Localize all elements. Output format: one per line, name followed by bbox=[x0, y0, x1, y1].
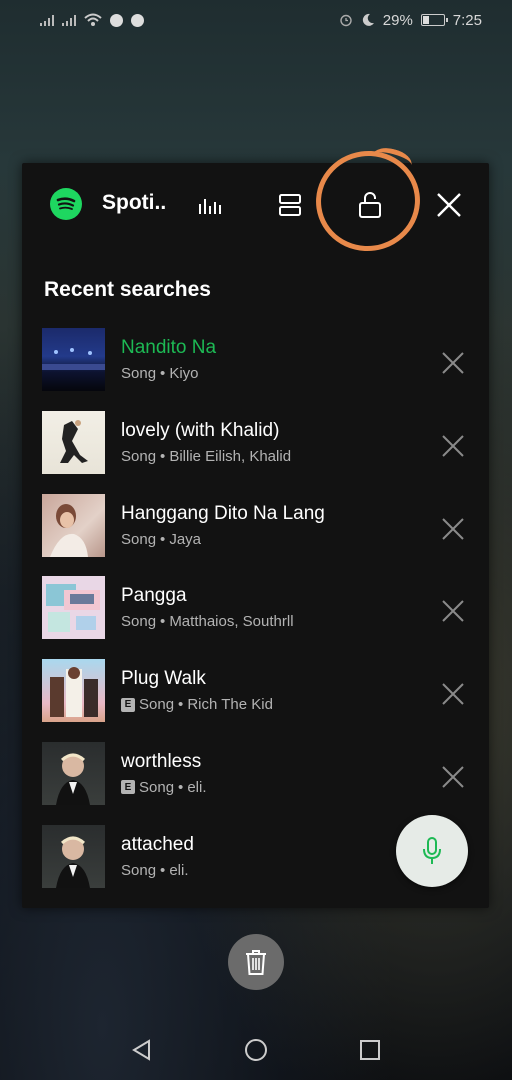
section-title: Recent searches bbox=[44, 278, 211, 301]
status-bar: 29% 7:25 bbox=[0, 0, 512, 40]
app-name: Spoti.. bbox=[102, 191, 167, 214]
song-subtitle: Song • eli. bbox=[121, 862, 189, 879]
song-subtitle: E Song • eli. bbox=[121, 779, 207, 796]
item-type: Song bbox=[121, 613, 157, 631]
recents-icon bbox=[360, 1040, 380, 1060]
remove-search-button[interactable] bbox=[436, 429, 470, 463]
separator: • bbox=[160, 447, 166, 465]
song-title: Hanggang Dito Na Lang bbox=[121, 502, 325, 524]
recents-button[interactable] bbox=[348, 1028, 392, 1072]
artist-name: Kiyo bbox=[169, 365, 199, 382]
clock: 7:25 bbox=[452, 11, 482, 29]
layout-button[interactable] bbox=[268, 183, 312, 227]
navigation-bar bbox=[0, 1020, 512, 1080]
song-title: lovely (with Khalid) bbox=[121, 419, 280, 441]
song-subtitle: Song • Kiyo bbox=[121, 365, 199, 382]
list-item[interactable]: Pangga Song • Matthaios, Southrll bbox=[22, 576, 489, 659]
separator: • bbox=[160, 530, 166, 548]
close-icon bbox=[437, 193, 461, 217]
item-type: Song bbox=[139, 778, 175, 796]
separator: • bbox=[160, 861, 166, 879]
song-title: Nandito Na bbox=[121, 337, 217, 358]
artist-name: Matthaios, Southrll bbox=[169, 613, 294, 631]
remove-search-button[interactable] bbox=[436, 760, 470, 794]
song-subtitle: Song • Jaya bbox=[121, 531, 201, 548]
microphone-icon bbox=[423, 837, 441, 864]
item-type: Song bbox=[121, 861, 157, 879]
artist-name: Jaya bbox=[169, 530, 201, 548]
list-item[interactable]: Nandito Na Song • Kiyo bbox=[22, 328, 489, 411]
list-item[interactable]: Hanggang Dito Na Lang Song • Jaya bbox=[22, 493, 489, 577]
signal-icon bbox=[62, 14, 76, 26]
home-button[interactable] bbox=[234, 1028, 278, 1072]
song-subtitle: Song • Matthaios, Southrll bbox=[121, 613, 294, 630]
close-icon bbox=[442, 352, 464, 374]
song-title: worthless bbox=[121, 750, 202, 772]
equalizer-button[interactable] bbox=[188, 183, 232, 227]
song-title: Plug Walk bbox=[121, 668, 206, 690]
delete-widget-button[interactable] bbox=[228, 934, 284, 990]
remove-search-button[interactable] bbox=[436, 346, 470, 380]
split-view-icon bbox=[279, 194, 301, 216]
artist-name: eli. bbox=[169, 861, 189, 879]
spotify-notification-icon bbox=[110, 13, 123, 27]
close-icon bbox=[442, 435, 464, 457]
remove-search-button[interactable] bbox=[436, 677, 470, 711]
item-type: Song bbox=[121, 365, 157, 382]
separator: • bbox=[160, 613, 166, 631]
item-type: Song bbox=[139, 696, 175, 714]
close-icon bbox=[442, 517, 464, 540]
album-art bbox=[42, 741, 105, 805]
status-left bbox=[40, 13, 144, 27]
list-item[interactable]: lovely (with Khalid) Song • Billie Eilis… bbox=[22, 410, 489, 494]
song-title: attached bbox=[121, 833, 194, 855]
remove-search-button[interactable] bbox=[436, 594, 470, 628]
artist-name: Rich The Kid bbox=[187, 696, 273, 714]
close-icon bbox=[442, 766, 464, 788]
album-art bbox=[42, 328, 105, 391]
separator: • bbox=[178, 696, 184, 714]
song-subtitle: E Song • Rich The Kid bbox=[121, 696, 273, 713]
album-art bbox=[42, 824, 105, 888]
album-art bbox=[42, 493, 105, 557]
messenger-notification-icon bbox=[131, 13, 144, 27]
equalizer-icon bbox=[199, 199, 221, 214]
item-type: Song bbox=[121, 447, 157, 465]
wifi-icon bbox=[84, 13, 102, 26]
close-widget-button[interactable] bbox=[427, 183, 471, 227]
battery-icon bbox=[420, 14, 448, 26]
album-art bbox=[42, 576, 105, 640]
list-item[interactable]: worthless E Song • eli. bbox=[22, 741, 489, 825]
explicit-badge: E bbox=[121, 697, 135, 712]
list-item[interactable]: Plug Walk E Song • Rich The Kid bbox=[22, 659, 489, 742]
song-title: Pangga bbox=[121, 585, 187, 607]
album-art bbox=[42, 410, 105, 474]
item-type: Song bbox=[121, 530, 157, 548]
close-icon bbox=[442, 683, 464, 705]
artist-name: Billie Eilish, Khalid bbox=[169, 447, 292, 465]
remove-search-button[interactable] bbox=[436, 512, 470, 546]
album-art bbox=[42, 659, 105, 723]
home-icon bbox=[245, 1039, 267, 1061]
spotify-logo-icon bbox=[50, 188, 82, 220]
back-icon bbox=[132, 1039, 150, 1061]
battery-percent: 29% bbox=[382, 11, 413, 29]
song-subtitle: Song • Billie Eilish, Khalid bbox=[121, 448, 291, 465]
moon-icon bbox=[362, 13, 374, 26]
close-icon bbox=[442, 600, 464, 623]
artist-name: eli. bbox=[187, 778, 207, 796]
trash-icon bbox=[246, 950, 266, 975]
voice-search-button[interactable] bbox=[396, 815, 468, 887]
widget-header: Spoti.. bbox=[22, 144, 489, 258]
separator: • bbox=[178, 778, 184, 796]
spotify-floating-widget: Spoti.. Recent searches Nandito Na Song … bbox=[22, 144, 489, 908]
alarm-icon bbox=[340, 14, 352, 27]
status-right: 29% 7:25 bbox=[339, 12, 482, 29]
signal-icon bbox=[40, 14, 54, 26]
explicit-badge: E bbox=[121, 780, 135, 795]
back-button[interactable] bbox=[120, 1028, 164, 1072]
separator: • bbox=[160, 365, 166, 382]
